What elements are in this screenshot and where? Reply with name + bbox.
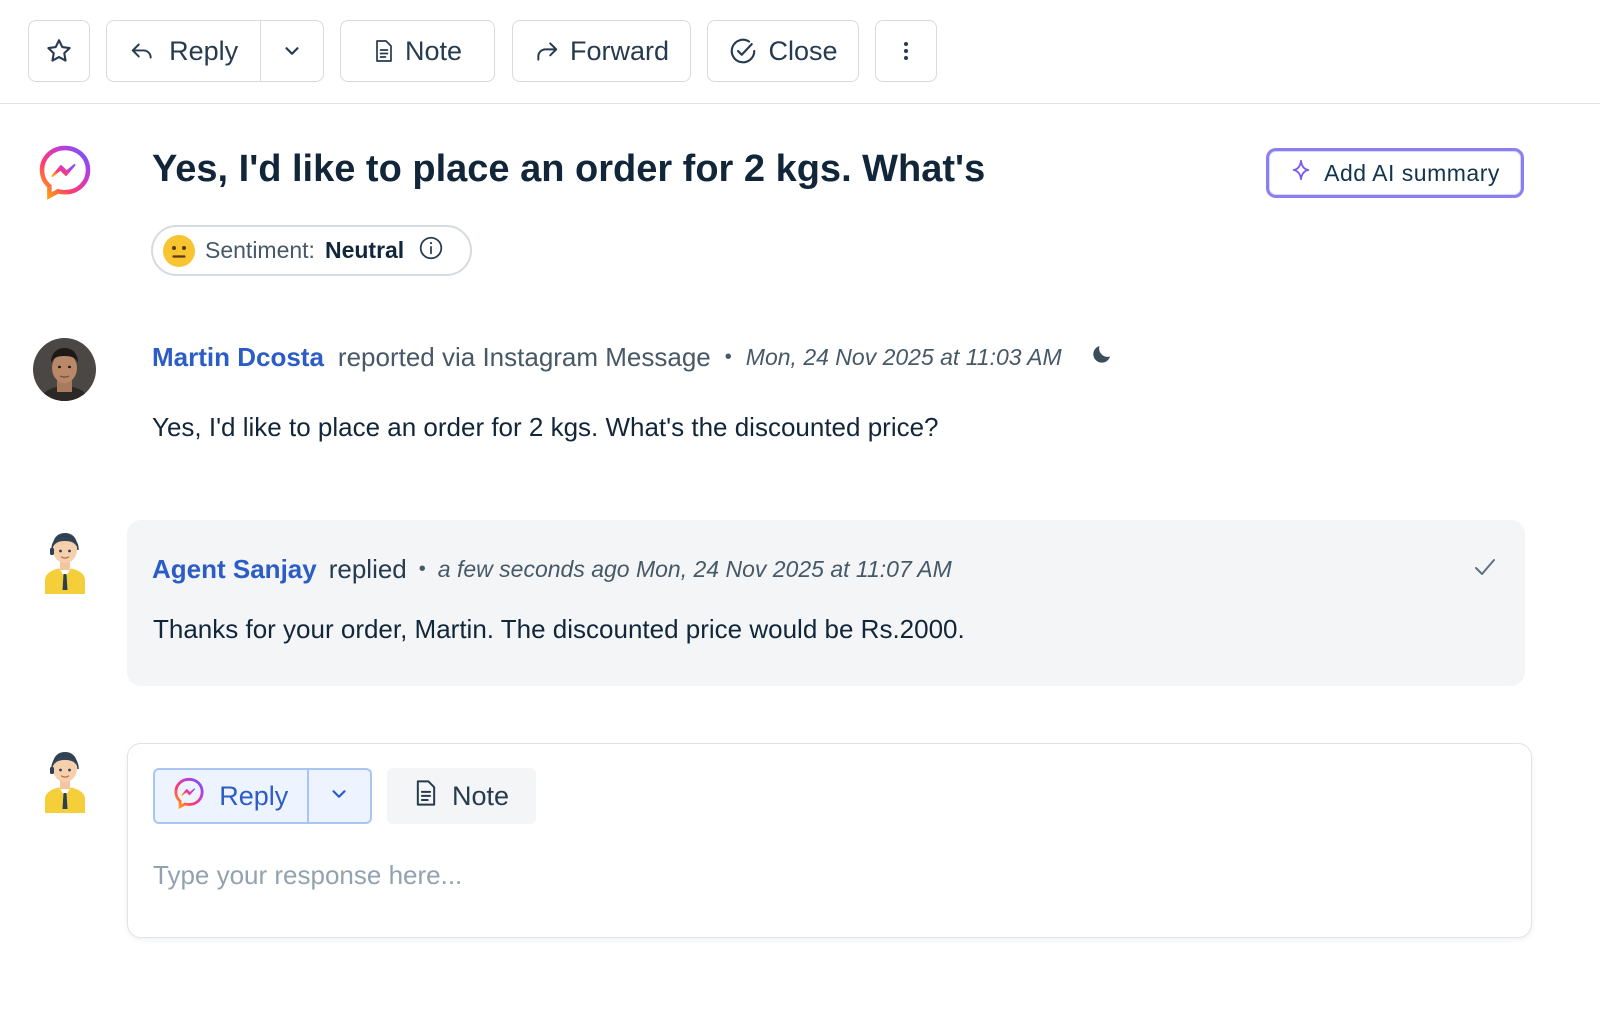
meta-separator: •	[724, 345, 732, 368]
composer-reply-tab[interactable]: Reply	[155, 770, 309, 822]
reply-action: replied	[328, 553, 407, 584]
message-action: reported via Instagram Message	[337, 341, 711, 372]
note-icon	[373, 39, 395, 63]
reply-arrow-icon	[129, 38, 155, 64]
reply-author-link[interactable]: Agent Sanjay	[152, 554, 317, 585]
composer-agent-avatar	[40, 747, 90, 813]
star-button[interactable]	[28, 20, 90, 82]
messenger-icon	[38, 144, 92, 200]
star-icon	[45, 37, 73, 65]
agent-avatar	[40, 528, 90, 594]
close-ticket-button[interactable]: Close	[707, 20, 859, 82]
message-body: Yes, I'd like to place an order for 2 kg…	[152, 412, 939, 442]
sentiment-label: Sentiment:	[205, 237, 315, 263]
ticket-title: Yes, I'd like to place an order for 2 kg…	[152, 148, 986, 190]
messenger-icon	[173, 777, 205, 816]
forward-button-label: Forward	[569, 35, 670, 66]
composer-note-tab[interactable]: Note	[387, 768, 536, 824]
chevron-down-icon	[281, 40, 303, 62]
reply-options-dropdown[interactable]	[261, 21, 323, 81]
reply-button-label: Reply	[169, 35, 239, 66]
forward-arrow-icon	[534, 38, 560, 64]
more-options-button[interactable]	[875, 20, 937, 82]
checkmark-icon	[1472, 555, 1498, 584]
message-meta: Martin Dcosta reported via Instagram Mes…	[152, 338, 1114, 376]
reply-button-group: Reply	[106, 20, 324, 82]
ai-summary-label: Add AI summary	[1324, 159, 1500, 186]
meta-separator: •	[418, 557, 426, 580]
sparkle-icon	[1290, 159, 1312, 187]
forward-button[interactable]: Forward	[512, 20, 691, 82]
add-ai-summary-button[interactable]: Add AI summary	[1266, 148, 1524, 198]
avatar	[33, 338, 96, 401]
message-author-link[interactable]: Martin Dcosta	[152, 342, 324, 373]
agent-reply-card	[127, 520, 1525, 686]
sentiment-value: Neutral	[324, 237, 405, 263]
moon-icon	[1090, 342, 1114, 373]
reply-body: Thanks for your order, Martin. The disco…	[153, 614, 965, 644]
note-icon	[414, 779, 438, 814]
note-button[interactable]: Note	[340, 20, 495, 82]
composer-reply-dropdown[interactable]	[309, 770, 370, 822]
note-button-label: Note	[404, 35, 463, 66]
composer-reply-button-group: Reply	[153, 768, 372, 824]
message-timestamp: Mon, 24 Nov 2025 at 11:03 AM	[745, 343, 1062, 370]
neutral-face-icon	[163, 234, 195, 267]
reply-meta: Agent Sanjay replied • a few seconds ago…	[152, 550, 952, 588]
ticket-toolbar: Reply Note Forward Close	[0, 0, 1600, 104]
composer-reply-label: Reply	[219, 780, 289, 811]
close-button-label: Close	[768, 35, 838, 66]
reply-button[interactable]: Reply	[107, 21, 262, 81]
more-vertical-icon	[902, 40, 910, 62]
chevron-down-icon	[328, 783, 350, 810]
composer-note-label: Note	[451, 780, 510, 811]
check-circle-icon	[728, 36, 758, 66]
response-input[interactable]	[153, 855, 1453, 895]
info-icon[interactable]	[418, 235, 444, 267]
reply-timestamp: a few seconds ago Mon, 24 Nov 2025 at 11…	[437, 555, 952, 582]
sentiment-badge: Sentiment: Neutral	[151, 225, 472, 276]
